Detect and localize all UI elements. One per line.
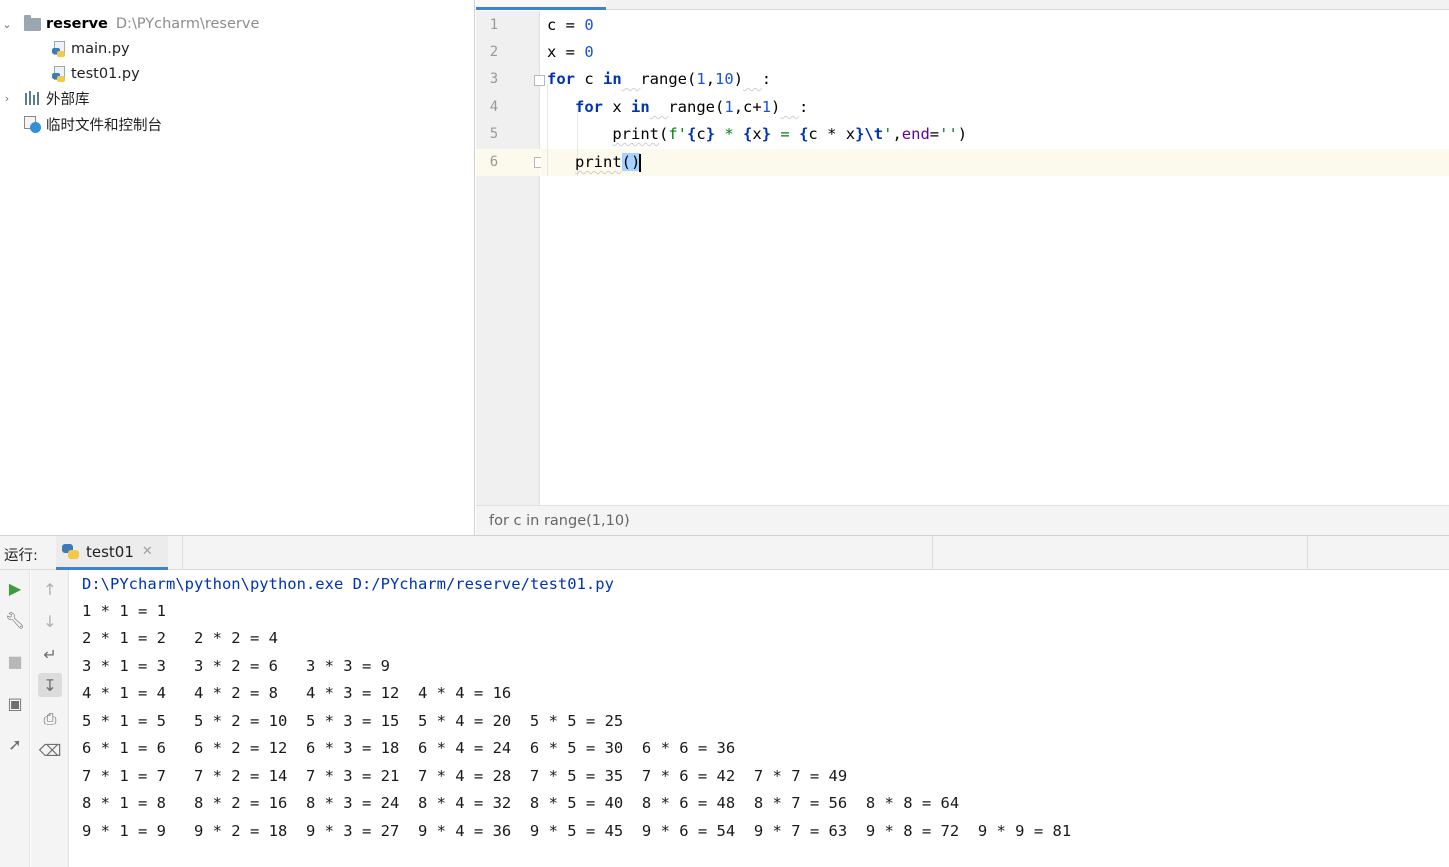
text-caret (639, 153, 642, 172)
run-panel-label: 运行: (4, 548, 38, 564)
code-line-2: x = 0 (547, 43, 594, 61)
arrow-up-icon[interactable]: ↑ (38, 577, 62, 601)
pin-icon[interactable]: ➚ (3, 732, 27, 756)
tree-file-test01[interactable]: test01.py (52, 62, 140, 86)
tree-node-root[interactable]: ⌄ reserve D:\PYcharm\reserve (0, 12, 259, 36)
tree-file-main[interactable]: main.py (52, 37, 130, 61)
console-output-line: 4 * 1 = 4 4 * 2 = 8 4 * 3 = 12 4 * 4 = 1… (82, 684, 512, 702)
line-number: 5 (489, 126, 499, 142)
header-divider (1307, 536, 1308, 570)
python-file-icon (52, 65, 67, 83)
line-number: 1 (489, 17, 499, 33)
tree-node-external-libraries[interactable]: › 外部库 (0, 86, 90, 110)
code-line-6: print() (575, 153, 642, 172)
file-name-main: main.py (71, 41, 130, 57)
tree-node-scratches[interactable]: 临时文件和控制台 (0, 112, 162, 136)
scratches-label: 临时文件和控制台 (46, 117, 162, 134)
console-output-line: 3 * 1 = 3 3 * 2 = 6 3 * 3 = 9 (82, 657, 390, 675)
console-command-line: D:\PYcharm\python\python.exe D:/PYcharm/… (82, 575, 614, 593)
console-output-line: 6 * 1 = 6 6 * 2 = 12 6 * 3 = 18 6 * 4 = … (82, 739, 736, 757)
layout-icon[interactable]: ▣ (3, 691, 27, 715)
breadcrumb[interactable]: for c in range(1,10) (476, 505, 1449, 535)
run-console-output[interactable]: D:\PYcharm\python\python.exe D:/PYcharm/… (70, 570, 1449, 867)
line-number-gutter: 1 2 3 4 5 6 (476, 11, 545, 505)
folder-icon (24, 14, 41, 31)
close-icon[interactable]: ✕ (142, 544, 153, 559)
scratches-icon (24, 115, 41, 133)
header-divider (932, 536, 933, 570)
run-panel-header: 运行: test01 ✕ (0, 535, 1449, 570)
trash-icon[interactable]: ⌫ (38, 738, 62, 762)
chevron-down-icon[interactable]: ⌄ (0, 17, 14, 31)
root-folder-path: D:\PYcharm\reserve (115, 16, 260, 32)
run-tab-label: test01 (86, 542, 134, 561)
line-number: 4 (489, 99, 499, 115)
chevron-right-icon[interactable]: › (0, 91, 14, 105)
code-area[interactable]: c = 0 x = 0 for c in range(1,10) : for x… (541, 11, 1449, 505)
run-toolbar-secondary: ↑ ↓ ↵ ↧ ⎙ ⌫ (31, 570, 69, 867)
line-number: 2 (489, 44, 499, 60)
library-icon (24, 91, 42, 105)
console-output-line: 1 * 1 = 1 (82, 602, 166, 620)
file-name-test01: test01.py (71, 66, 140, 82)
play-icon[interactable]: ▶ (3, 576, 27, 600)
python-icon (62, 543, 80, 560)
python-file-icon (52, 40, 67, 58)
print-icon[interactable]: ⎙ (38, 707, 62, 731)
editor-tab-strip (476, 0, 1449, 10)
external-libraries-label: 外部库 (46, 91, 90, 108)
code-editor[interactable]: 1 2 3 4 5 6 c = 0 x = 0 for c in range(1… (476, 0, 1449, 535)
console-output-line: 5 * 1 = 5 5 * 2 = 10 5 * 3 = 15 5 * 4 = … (82, 712, 624, 730)
root-folder-name: reserve (46, 16, 108, 32)
run-toolbar-primary: ▶ 🔧︎ ■ ▣ ➚ (0, 570, 30, 867)
run-tab-test01[interactable]: test01 ✕ (56, 536, 168, 570)
editor-tab-active[interactable] (476, 0, 606, 10)
console-output-line: 2 * 1 = 2 2 * 2 = 4 (82, 629, 278, 647)
stop-icon[interactable]: ■ (3, 649, 27, 673)
arrow-down-icon[interactable]: ↓ (38, 609, 62, 633)
console-output-line: 7 * 1 = 7 7 * 2 = 14 7 * 3 = 21 7 * 4 = … (82, 767, 848, 785)
scroll-to-end-icon[interactable]: ↧ (38, 673, 62, 697)
project-panel: ⌄ reserve D:\PYcharm\reserve main.py tes… (0, 0, 475, 535)
code-line-3: for c in range(1,10) : (547, 70, 772, 88)
header-divider (182, 536, 183, 570)
code-line-4: for x in range(1,c+1) : (575, 98, 809, 116)
soft-wrap-icon[interactable]: ↵ (38, 642, 62, 666)
console-output-line: 8 * 1 = 8 8 * 2 = 16 8 * 3 = 24 8 * 4 = … (82, 794, 960, 812)
console-output-line: 9 * 1 = 9 9 * 2 = 18 9 * 3 = 27 9 * 4 = … (82, 822, 1072, 840)
code-line-1: c = 0 (547, 16, 594, 34)
wrench-icon[interactable]: 🔧︎ (3, 608, 27, 632)
code-line-5: print(f'{c} * {x} = {c * x}\t',end='') (612, 125, 968, 143)
line-number: 3 (489, 71, 499, 87)
line-number: 6 (489, 154, 499, 170)
